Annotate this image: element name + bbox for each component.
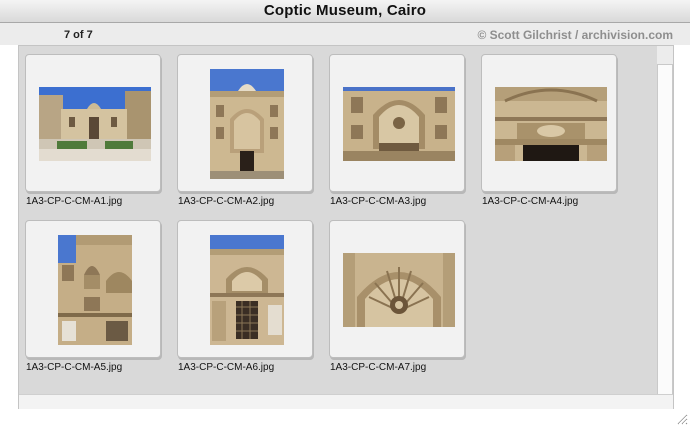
photo-frieze-icon — [495, 87, 607, 161]
photo-courtyard-icon — [39, 87, 151, 161]
thumbnail-filename: 1A3-CP-C-CM-A4.jpg — [482, 196, 579, 207]
photo-shell-hood-icon — [343, 253, 455, 327]
photo-facade-detail-icon — [58, 235, 132, 345]
thumbnail-card[interactable] — [481, 54, 617, 192]
thumbnail-card[interactable] — [177, 54, 313, 192]
thumbnail-image[interactable] — [210, 235, 284, 345]
photo-niche-icon — [343, 87, 455, 161]
vertical-scrollbar[interactable] — [657, 46, 673, 396]
thumbnail-image[interactable] — [58, 235, 132, 345]
info-bar: 7 of 7 © Scott Gilchrist / archivision.c… — [0, 23, 690, 45]
copyright-credit: © Scott Gilchrist / archivision.com — [477, 28, 673, 42]
photo-portal-icon — [210, 69, 284, 179]
thumbnail-card[interactable] — [329, 54, 465, 192]
horizontal-scrollbar[interactable] — [19, 394, 673, 409]
thumbnail-image[interactable] — [39, 87, 151, 161]
thumbnail-image[interactable] — [495, 87, 607, 161]
resize-grip-icon[interactable] — [675, 412, 688, 425]
thumbnail-filename: 1A3-CP-C-CM-A6.jpg — [178, 362, 275, 373]
thumbnail-filename: 1A3-CP-C-CM-A7.jpg — [330, 362, 427, 373]
thumbnail-filename: 1A3-CP-C-CM-A3.jpg — [330, 196, 427, 207]
thumbnail-filename: 1A3-CP-C-CM-A5.jpg — [26, 362, 123, 373]
thumbnail-filename: 1A3-CP-C-CM-A1.jpg — [26, 196, 123, 207]
photo-window-icon — [210, 235, 284, 345]
thumbnail-image[interactable] — [343, 87, 455, 161]
title-bar[interactable]: Coptic Museum, Cairo — [0, 0, 690, 23]
thumbnail-card[interactable] — [25, 54, 161, 192]
window-title: Coptic Museum, Cairo — [263, 2, 427, 19]
thumbnail-filename: 1A3-CP-C-CM-A2.jpg — [178, 196, 275, 207]
thumbnail-grid: 1A3-CP-C-CM-A1.jpg 1A3-CP-C-CM-A2.jpg 1A… — [19, 46, 657, 394]
vertical-scroll-thumb[interactable] — [657, 64, 673, 396]
thumbnail-card[interactable] — [329, 220, 465, 358]
thumbnail-card[interactable] — [25, 220, 161, 358]
thumbnail-image[interactable] — [343, 253, 455, 327]
thumbnail-card[interactable] — [177, 220, 313, 358]
thumbnail-image[interactable] — [210, 69, 284, 179]
image-counter: 7 of 7 — [64, 29, 93, 41]
